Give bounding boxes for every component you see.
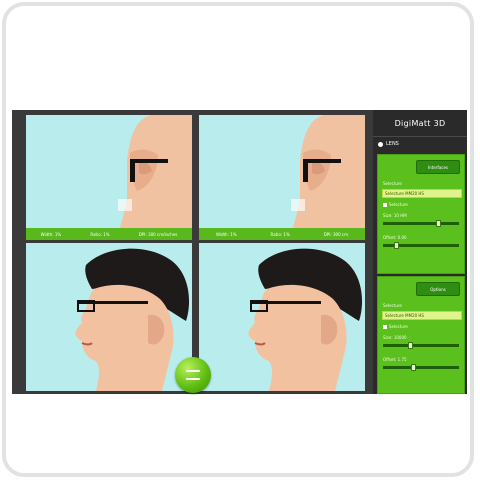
size-label: Size: 10000: [383, 335, 407, 340]
info-ratio: Ratio: 1%: [270, 231, 290, 237]
head-profile-left: [75, 248, 190, 391]
lens-panel-left: Interfaces Selecture Selecture MM20 HS S…: [377, 154, 465, 274]
slider-handle[interactable]: [436, 220, 441, 227]
dot-icon: [378, 141, 383, 147]
closeup-profile-right: [289, 115, 365, 240]
info-dpi: DPI: 300 cm: [323, 231, 348, 237]
lens-panel-right: Options Selecture Selecture MM20 HS Sele…: [377, 276, 465, 394]
size-label: Size: 10 HM: [383, 213, 407, 218]
checkbox-label: Selecture: [389, 202, 408, 207]
menu-lens-label: LENS: [386, 141, 399, 147]
options-button[interactable]: Options: [416, 282, 460, 296]
info-dpi: DPI: 300 cm/inches: [138, 231, 178, 237]
lens-selector[interactable]: Selecture MM20 HS: [382, 189, 462, 198]
app-window: Width: 1% Ratio: 1% DPI: 300 cm/inches W…: [12, 110, 467, 394]
info-width: Width: 1%: [215, 231, 237, 237]
viewport-top-left[interactable]: Width: 1% Ratio: 1% DPI: 300 cm/inches: [26, 115, 192, 240]
slider-handle[interactable]: [394, 242, 399, 249]
head-profile-right: [248, 248, 363, 391]
checkbox-label: Selecture: [389, 324, 408, 329]
info-width: Width: 1%: [40, 231, 62, 237]
menu-lens[interactable]: LENS: [373, 136, 467, 151]
offset-label: Offset: 0.00: [383, 235, 407, 240]
viewport-info-strip: Width: 1% Ratio: 1% DPI: 300 cm/inches: [26, 228, 192, 240]
interfaces-button[interactable]: Interfaces: [416, 160, 460, 174]
selector-label: Selecture: [383, 181, 402, 186]
right-sidebar: DigiMatt 3D LENS Interfaces Selecture Se…: [373, 110, 467, 394]
slider-handle[interactable]: [408, 342, 413, 349]
viewport-info-strip: Width: 1% Ratio: 1% DPI: 300 cm: [199, 228, 365, 240]
info-ratio: Ratio: 1%: [90, 231, 110, 237]
selecture-checkbox[interactable]: Selecture: [383, 324, 408, 329]
viewport-bottom-right[interactable]: [199, 243, 365, 391]
closeup-profile-left: [116, 115, 192, 240]
selector-label: Selecture: [383, 303, 402, 308]
compare-toggle-button[interactable]: [175, 357, 211, 393]
checkbox-icon: [383, 324, 387, 329]
offset-slider[interactable]: [383, 242, 459, 249]
equals-icon: [186, 370, 200, 380]
app-title: DigiMatt 3D: [394, 118, 446, 128]
lens-selector[interactable]: Selecture MM20 HS: [382, 311, 462, 320]
offset-slider[interactable]: [383, 364, 459, 371]
size-slider[interactable]: [383, 220, 459, 227]
viewport-bottom-left[interactable]: [26, 243, 192, 391]
checkbox-icon: [383, 202, 387, 207]
offset-label: Offset: 1.75: [383, 357, 407, 362]
slider-handle[interactable]: [411, 364, 416, 371]
viewport-top-right[interactable]: Width: 1% Ratio: 1% DPI: 300 cm: [199, 115, 365, 240]
size-slider[interactable]: [383, 342, 459, 349]
selecture-checkbox[interactable]: Selecture: [383, 202, 408, 207]
